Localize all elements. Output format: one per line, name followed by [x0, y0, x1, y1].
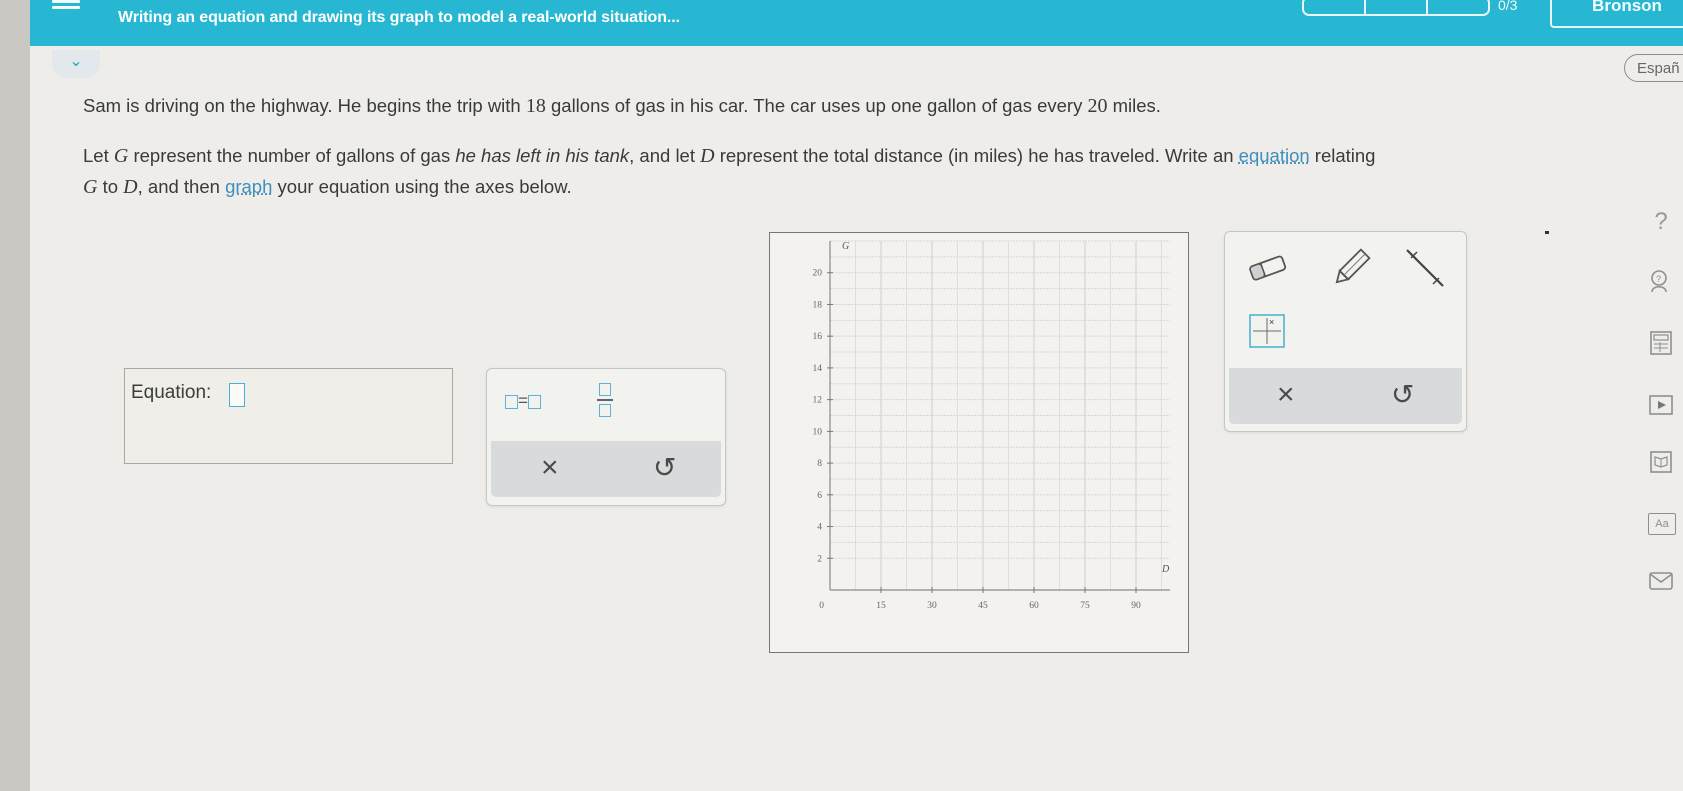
- numerator-box-icon: [599, 383, 611, 396]
- tick-labels: 15 30 45 60 75 90 2 4 6 8 10 12 14 16 18 20 0 D G: [813, 241, 1171, 611]
- user-name-button[interactable]: Bronson: [1550, 0, 1683, 28]
- palette-action-bar: × ↺: [491, 441, 721, 497]
- variable-d: D: [700, 145, 715, 167]
- video-icon[interactable]: [1648, 393, 1674, 417]
- miles-value: 20: [1087, 95, 1108, 117]
- equals-sign: =: [518, 391, 528, 410]
- undo-button[interactable]: ↺: [653, 451, 676, 484]
- message-icon[interactable]: [1648, 570, 1674, 592]
- language-toggle-button[interactable]: Españ: [1624, 54, 1683, 82]
- clear-button[interactable]: ×: [541, 451, 559, 485]
- question-text: represent the total distance (in miles) …: [714, 145, 1239, 166]
- x-axis-label: D: [1161, 564, 1170, 575]
- y-axis-label: G: [842, 241, 849, 252]
- chevron-down-icon[interactable]: ⌄: [52, 50, 100, 78]
- question-text: miles.: [1107, 95, 1161, 116]
- y-tick-label: 6: [817, 491, 822, 501]
- fraction-template-button[interactable]: [597, 383, 613, 417]
- svg-text:×: ×: [1269, 317, 1274, 327]
- menu-icon[interactable]: [52, 0, 80, 10]
- x-tick-label: 75: [1080, 601, 1090, 611]
- question-text: to: [97, 176, 124, 197]
- question-text: , and then: [137, 176, 226, 197]
- emphasis-text: he has left in his tank: [455, 145, 630, 166]
- x-tick-label: 30: [927, 601, 937, 611]
- grid: [830, 240, 1170, 590]
- fraction-bar: [597, 399, 613, 401]
- variable-d: D: [123, 176, 138, 198]
- graph-panel[interactable]: 15 30 45 60 75 90 2 4 6 8 10 12 14 16 18 20 0 D G: [769, 232, 1189, 653]
- question-text: your equation using the axes below.: [272, 176, 572, 197]
- equation-answer-box: Equation:: [124, 368, 453, 464]
- graph-canvas[interactable]: 15 30 45 60 75 90 2 4 6 8 10 12 14 16 18 20 0 D G: [770, 233, 1187, 651]
- question-text: relating: [1309, 145, 1376, 166]
- y-tick-label: 2: [817, 554, 822, 564]
- question-text: gallons of gas in his car. The car uses …: [545, 95, 1088, 116]
- placeholder-box-icon: [505, 394, 518, 409]
- eraser-icon[interactable]: [1247, 252, 1289, 286]
- equation-link[interactable]: equation: [1239, 145, 1310, 166]
- graph-action-bar: × ↺: [1229, 368, 1462, 424]
- line-tool-icon[interactable]: [1403, 246, 1447, 290]
- question-line-2: Let G represent the number of gallons of…: [83, 140, 1375, 172]
- y-tick-label: 14: [813, 364, 823, 374]
- progress-bar: [1302, 0, 1490, 16]
- variable-g: G: [113, 145, 129, 167]
- glossary-icon[interactable]: Aa: [1648, 513, 1676, 535]
- undo-graph-button[interactable]: ↺: [1391, 378, 1414, 411]
- question-line-3: G to D, and then graph your equation usi…: [83, 171, 572, 203]
- point-tool-icon[interactable]: ×: [1249, 314, 1285, 348]
- clear-graph-button[interactable]: ×: [1277, 378, 1295, 412]
- explanation-icon[interactable]: ?: [1648, 268, 1674, 294]
- question-text: Sam is driving on the highway. He begins…: [83, 95, 526, 116]
- equals-template-button[interactable]: =: [505, 391, 541, 411]
- equation-label: Equation:: [131, 382, 212, 403]
- svg-text:?: ?: [1656, 274, 1661, 284]
- x-tick-label: 15: [876, 601, 886, 611]
- x-tick-label: 90: [1131, 601, 1141, 611]
- question-text: represent the number of gallons of gas: [128, 145, 456, 166]
- y-tick-label: 8: [817, 459, 822, 469]
- x-tick-label: 45: [978, 601, 988, 611]
- pencil-icon[interactable]: [1329, 246, 1373, 290]
- y-tick-label: 18: [813, 300, 823, 310]
- math-palette: = × ↺: [486, 368, 726, 506]
- gallons-value: 18: [525, 95, 546, 117]
- y-tick-label: 10: [813, 427, 823, 437]
- help-icon[interactable]: ?: [1648, 208, 1674, 236]
- question-line-1: Sam is driving on the highway. He begins…: [83, 90, 1161, 122]
- y-tick-label: 20: [813, 269, 823, 279]
- denominator-box-icon: [599, 403, 611, 417]
- question-text: , and let: [629, 145, 701, 166]
- calculator-icon[interactable]: [1648, 330, 1674, 356]
- x-tick-label: 60: [1029, 601, 1039, 611]
- page-title: Writing an equation and drawing its grap…: [118, 9, 680, 26]
- placeholder-box-icon: [527, 394, 541, 409]
- y-tick-label: 16: [813, 332, 823, 342]
- graph-tool-palette: × × ↺: [1224, 231, 1467, 432]
- progress-count: 0/3: [1498, 0, 1518, 13]
- top-bar: Writing an equation and drawing its grap…: [30, 0, 1683, 46]
- variable-g: G: [83, 176, 98, 198]
- y-tick-label: 4: [817, 523, 822, 533]
- y-tick-label: 12: [813, 396, 823, 406]
- graph-link[interactable]: graph: [225, 176, 272, 197]
- textbook-icon[interactable]: [1648, 449, 1674, 475]
- screen-bezel: [0, 0, 30, 791]
- screen-speck: [1545, 231, 1549, 234]
- equation-input[interactable]: [229, 383, 245, 407]
- question-text: Let: [83, 145, 114, 166]
- origin-label: 0: [819, 601, 824, 611]
